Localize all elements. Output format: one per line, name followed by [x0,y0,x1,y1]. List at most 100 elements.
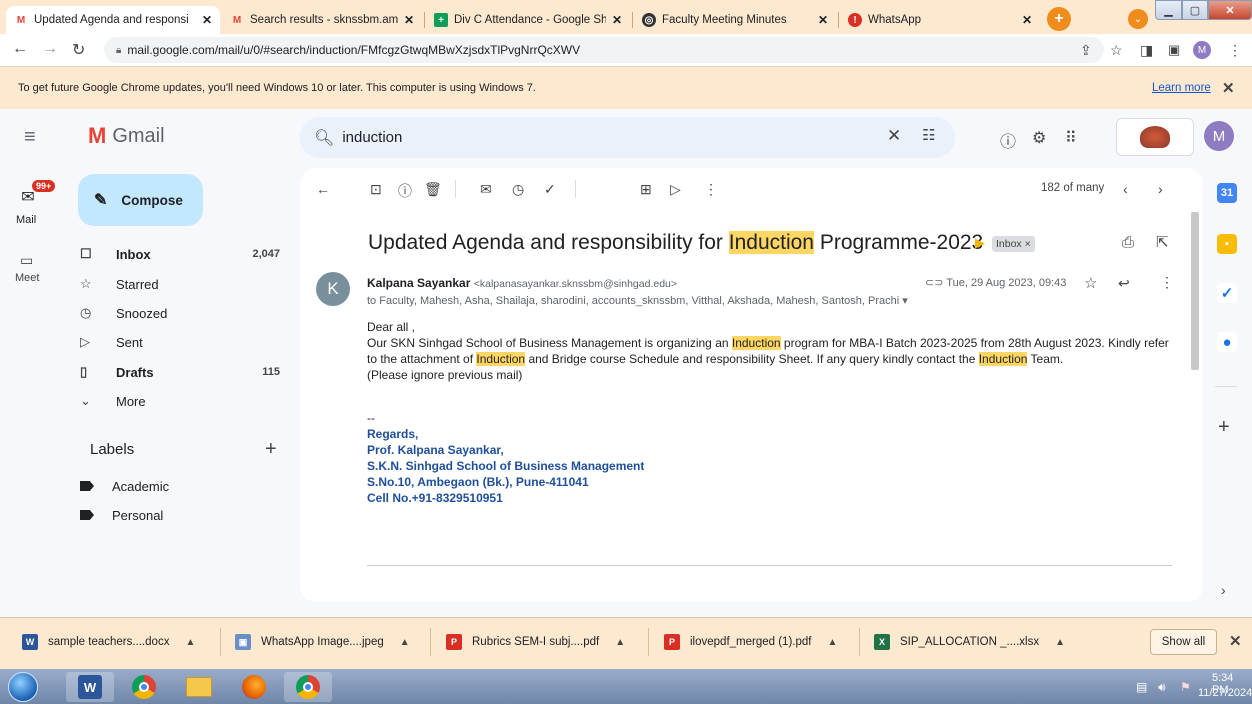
label-icon[interactable]: ▷ [670,181,681,198]
search-input[interactable]: induction [342,129,402,146]
mark-unread-icon[interactable]: ✉ [480,181,492,198]
recipients-line[interactable]: to Faculty, Mahesh, Asha, Shailaja, shar… [367,294,908,307]
search-options-icon[interactable]: ☷ [922,126,935,144]
inbox-label-chip[interactable]: Inbox × [992,236,1035,252]
reply-icon[interactable]: ↩ [1118,275,1130,292]
rail-meet-label[interactable]: Meet [15,272,39,284]
older-icon[interactable]: › [1158,181,1163,197]
sender-avatar[interactable]: K [316,272,350,306]
side-panel-icon[interactable]: ▣ [1168,42,1180,58]
nav-item-sent[interactable]: ▷ Sent [66,328,292,356]
chevron-up-icon[interactable]: ▲ [185,637,195,648]
tab-whatsapp[interactable]: ! WhatsApp ✕ [840,6,1040,34]
close-banner-icon[interactable]: ✕ [1222,79,1235,97]
start-button[interactable] [4,669,42,704]
settings-gear-icon[interactable]: ⚙ [1032,128,1046,148]
nav-item-more[interactable]: ⌄ More [66,387,292,415]
share-icon[interactable]: ⇪ [1080,42,1092,59]
close-tab-icon[interactable]: ✕ [404,13,414,27]
close-shelf-icon[interactable]: ✕ [1229,632,1242,650]
back-to-results-icon[interactable]: ← [316,181,330,197]
message-more-icon[interactable]: ⋮ [1160,274,1174,291]
show-details-icon[interactable]: ▾ [902,295,908,307]
tab-search-results[interactable]: M Search results - sknssbm.amc ✕ [222,6,422,34]
scrollbar-thumb[interactable] [1191,212,1199,370]
label-personal[interactable]: Personal [80,502,163,528]
bookmark-star-icon[interactable]: ☆ [1110,42,1123,59]
search-icon[interactable]: 🔍︎ [314,128,334,148]
profile-avatar[interactable]: M [1193,41,1211,59]
close-tab-icon[interactable]: ✕ [202,13,212,27]
snooze-icon[interactable]: ◷ [512,181,524,198]
taskbar-word[interactable]: W [66,672,114,702]
tab-attendance-sheet[interactable]: + Div C Attendance - Google Sh ✕ [426,6,630,34]
chevron-up-icon[interactable]: ▲ [615,637,625,648]
add-task-icon[interactable]: ✓ [544,181,556,198]
tab-gmail-agenda[interactable]: M Updated Agenda and responsi ✕ [6,6,220,34]
network-icon[interactable]: ▤ [1136,680,1147,694]
compose-button[interactable]: ✎ Compose [78,174,203,226]
nav-item-drafts[interactable]: ▯ Drafts 115 [66,358,292,386]
nav-item-inbox[interactable]: ☐ Inbox 2,047 [66,240,292,268]
move-to-icon[interactable]: ⊞ [640,181,652,198]
clock-date[interactable]: 11/27/2024 [1198,687,1252,699]
add-label-icon[interactable]: + [265,438,277,461]
nav-item-snoozed[interactable]: ◷ Snoozed [66,299,292,327]
download-item[interactable]: P Rubrics SEM-I subj....pdf ▲ [446,630,625,654]
chevron-up-icon[interactable]: ▲ [827,637,837,648]
taskbar-firefox[interactable] [230,672,278,702]
taskbar-chrome[interactable] [120,672,168,702]
tasks-icon[interactable]: ✓ [1217,283,1237,303]
print-icon[interactable]: ⎙ [1122,234,1134,251]
meet-camera-icon[interactable]: ▭ [20,252,33,269]
search-bar[interactable]: 🔍︎ induction [300,117,955,158]
delete-icon[interactable]: 🗑︎ [424,181,442,198]
report-spam-icon[interactable]: ⓘ [398,181,412,201]
taskbar-explorer[interactable] [175,672,223,702]
apps-grid-icon[interactable]: ⠿ [1065,128,1077,148]
window-close-button[interactable]: ✕ [1208,0,1252,20]
close-tab-icon[interactable]: ✕ [612,13,622,27]
account-avatar[interactable]: M [1204,121,1234,151]
contacts-icon[interactable]: ● [1217,332,1237,352]
chrome-menu-icon[interactable]: ⋮ [1228,42,1242,59]
more-actions-icon[interactable]: ⋮ [704,181,718,198]
main-menu-icon[interactable]: ≡ [24,126,36,149]
sender-name[interactable]: Kalpana Sayankar [367,276,470,290]
forward-icon[interactable]: → [42,40,58,58]
help-icon[interactable]: ⓘ [1000,128,1016,152]
close-tab-icon[interactable]: ✕ [1022,13,1032,27]
window-maximize-button[interactable]: ▢ [1182,0,1208,20]
open-in-new-window-icon[interactable]: ⇱ [1156,233,1169,251]
download-item[interactable]: W sample teachers....docx ▲ [22,630,195,654]
extensions-icon[interactable]: ◨ [1140,42,1153,59]
gmail-logo[interactable]: M Gmail [88,123,165,149]
action-center-flag-icon[interactable]: ⚑ [1180,680,1191,694]
download-item[interactable]: ▣ WhatsApp Image....jpeg ▲ [235,630,410,654]
chevron-up-icon[interactable]: ▲ [1055,637,1065,648]
close-tab-icon[interactable]: ✕ [818,13,828,27]
back-icon[interactable]: ← [12,40,28,58]
clear-search-icon[interactable]: ✕ [887,126,901,146]
learn-more-link[interactable]: Learn more [1152,82,1211,94]
download-item[interactable]: P ilovepdf_merged (1).pdf ▲ [664,630,837,654]
new-tab-button[interactable]: + [1047,7,1071,31]
address-bar[interactable]: 🔒︎ mail.google.com/mail/u/0/#search/indu… [104,37,1104,63]
volume-icon[interactable]: 🔊︎ [1158,680,1166,695]
show-side-panel-icon[interactable]: › [1221,582,1226,598]
importance-marker-icon[interactable]: ▶ [975,235,985,251]
keep-icon[interactable]: ▪ [1217,234,1237,254]
archive-icon[interactable]: ⊡ [370,181,382,198]
chevron-up-icon[interactable]: ▲ [400,637,410,648]
tab-faculty-minutes[interactable]: ◎ Faculty Meeting Minutes ✕ [634,6,836,34]
organization-logo[interactable] [1116,118,1194,156]
label-academic[interactable]: Academic [80,473,169,499]
download-item[interactable]: X SIP_ALLOCATION _....xlsx ▲ [874,630,1065,654]
calendar-icon[interactable]: 31 [1217,183,1237,203]
window-minimize-button[interactable]: ▁ [1155,0,1182,20]
get-addons-icon[interactable]: + [1218,416,1230,439]
newer-icon[interactable]: ‹ [1123,181,1128,197]
show-all-downloads-button[interactable]: Show all [1150,629,1217,655]
tab-search-button[interactable]: ⌄ [1128,9,1148,29]
nav-item-starred[interactable]: ☆ Starred [66,270,292,298]
